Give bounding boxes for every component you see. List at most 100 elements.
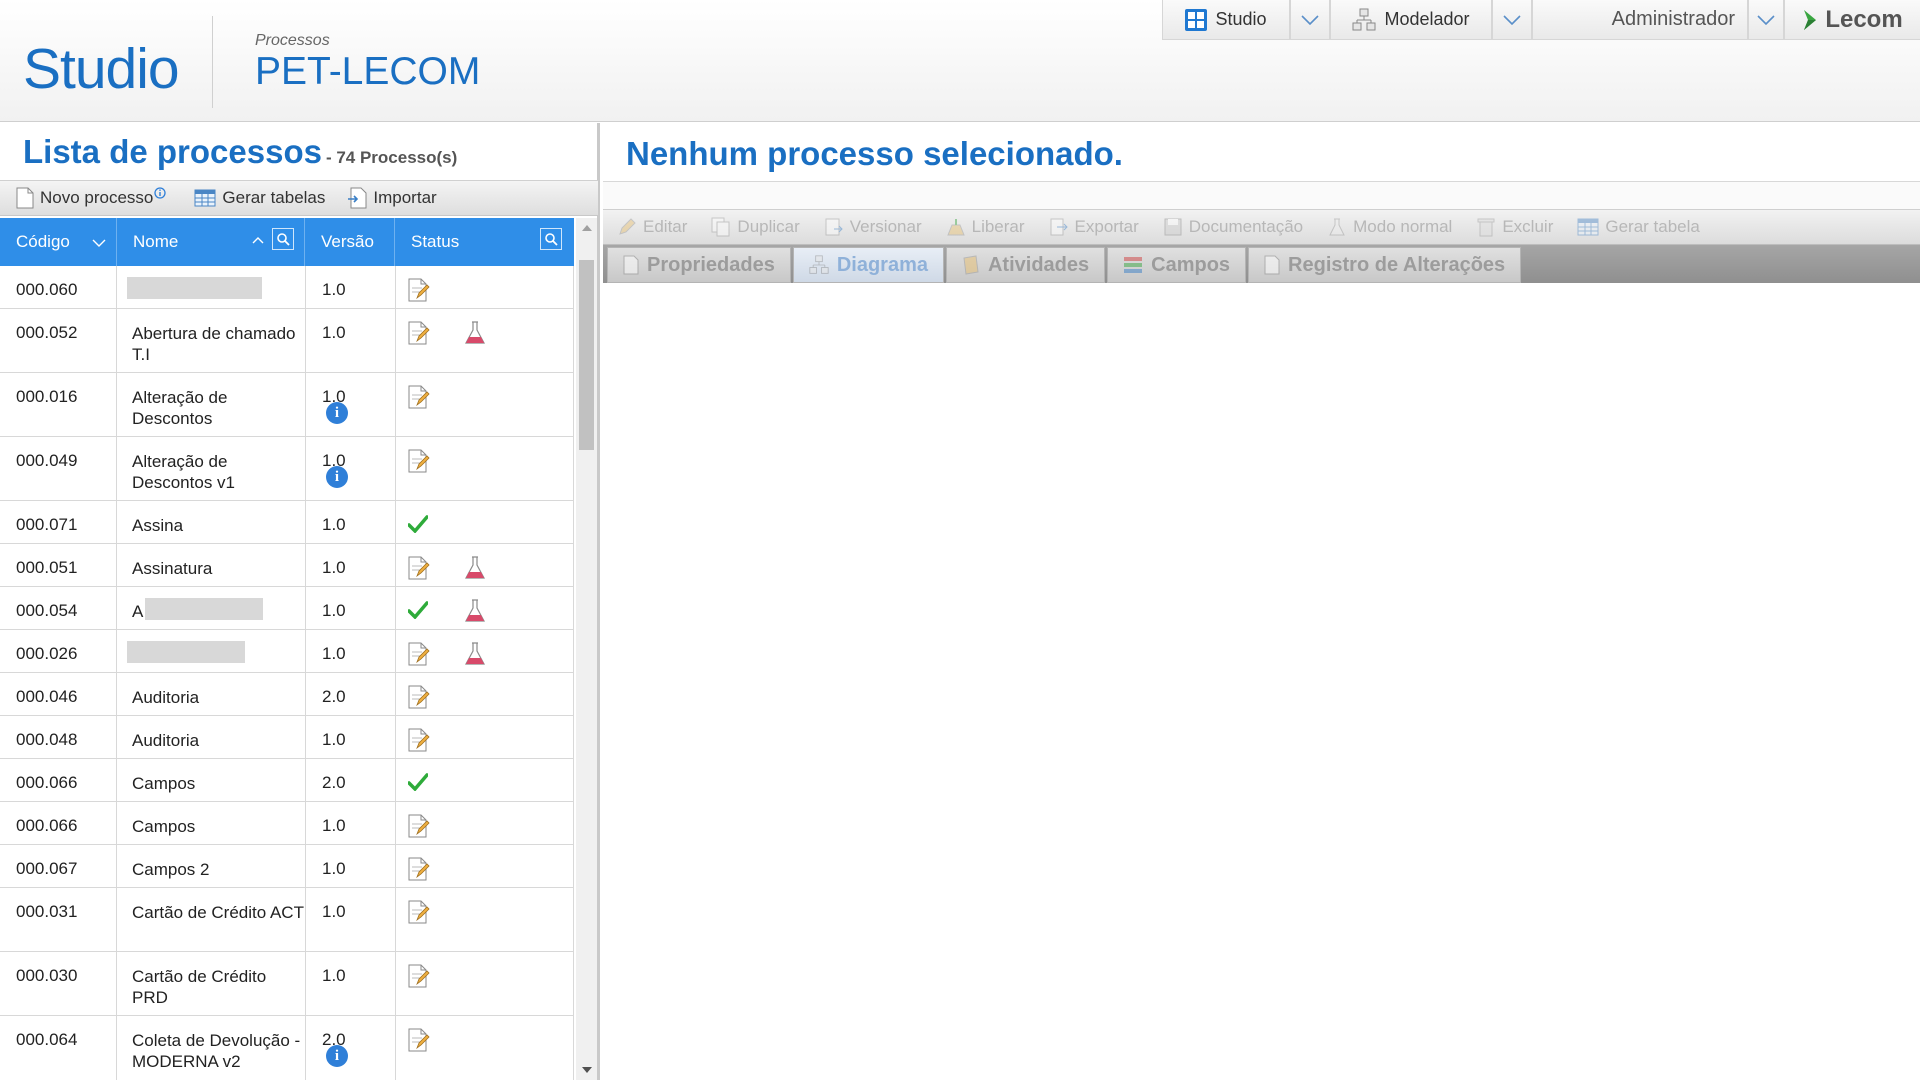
- version-button[interactable]: Versionar: [824, 217, 922, 237]
- delete-label: Excluir: [1502, 217, 1554, 236]
- cell-name: Alteração de Descontos v1: [117, 437, 306, 500]
- vertical-scrollbar[interactable]: [576, 218, 597, 1080]
- import-button[interactable]: Importar: [347, 187, 437, 209]
- nav-studio-label: Studio: [1215, 9, 1267, 29]
- tab-diagram[interactable]: Diagrama: [792, 247, 944, 283]
- tab-changelog[interactable]: Registro de Alterações: [1248, 247, 1522, 283]
- cell-status: [396, 759, 574, 801]
- edit-doc-icon: [408, 385, 430, 414]
- cell-name: Assina: [117, 501, 306, 543]
- header-divider: [212, 16, 213, 108]
- cell-name: Campos: [117, 759, 306, 801]
- table-row[interactable]: 000.067 Campos 2 1.0: [0, 845, 574, 888]
- new-process-button[interactable]: Novo processo: [16, 187, 172, 209]
- tab-activities[interactable]: Atividades: [945, 247, 1106, 283]
- edit-doc-icon: [408, 642, 430, 671]
- lecom-logo[interactable]: Lecom: [1784, 0, 1920, 40]
- cell-version: 1.0: [306, 952, 396, 1015]
- duplicate-button[interactable]: Duplicar: [711, 217, 800, 237]
- process-list-toolbar: Novo processo Gerar tabelas Importar: [0, 180, 598, 216]
- chevron-down-icon: [92, 239, 106, 247]
- table-row[interactable]: 000.049 Alteração de Descontos v1 1.0 i: [0, 437, 574, 501]
- table-row[interactable]: 000.030 Cartão de Crédito PRD 1.0: [0, 952, 574, 1016]
- cell-name: Campos: [117, 802, 306, 844]
- table-row[interactable]: 000.026 1.0: [0, 630, 574, 673]
- cell-status: [396, 888, 574, 951]
- detail-tabs: Propriedades Diagrama Atividades Campos …: [603, 245, 1920, 283]
- detail-spacer: [603, 181, 1920, 209]
- cell-status: [396, 673, 574, 715]
- nav-modelador-dropdown[interactable]: [1492, 0, 1532, 40]
- cell-version: 2.0: [306, 673, 396, 715]
- flask-icon: [464, 556, 486, 585]
- table-row[interactable]: 000.066 Campos 2.0: [0, 759, 574, 802]
- cell-name: [117, 630, 306, 672]
- info-icon[interactable]: i: [326, 402, 348, 424]
- tab-changelog-label: Registro de Alterações: [1288, 253, 1506, 276]
- release-button[interactable]: Liberar: [946, 217, 1025, 237]
- tab-properties[interactable]: Propriedades: [607, 247, 791, 283]
- cell-version: 2.0 i: [306, 1016, 396, 1080]
- cell-name: Alteração de Descontos: [117, 373, 306, 436]
- table-row[interactable]: 000.046 Auditoria 2.0: [0, 673, 574, 716]
- search-icon: [277, 233, 290, 246]
- cell-version: 1.0 i: [306, 437, 396, 500]
- column-name[interactable]: Nome: [117, 218, 305, 266]
- edit-doc-icon: [408, 814, 430, 843]
- table-row[interactable]: 000.016 Alteração de Descontos 1.0 i: [0, 373, 574, 437]
- tab-activities-label: Atividades: [987, 253, 1090, 276]
- cell-status: [396, 544, 574, 586]
- release-icon: [946, 219, 965, 236]
- status-search-button[interactable]: [540, 228, 562, 250]
- table-row[interactable]: 000.048 Auditoria 1.0: [0, 716, 574, 759]
- section-name: PET-LECOM: [255, 50, 481, 93]
- column-status[interactable]: Status: [395, 218, 574, 266]
- scroll-down-arrow[interactable]: [576, 1060, 597, 1080]
- table-header: Código Nome Versão Status: [0, 218, 574, 266]
- import-label: Importar: [373, 188, 437, 207]
- nav-modelador-button[interactable]: Modelador: [1330, 0, 1492, 40]
- user-menu-button[interactable]: Administrador: [1532, 0, 1748, 40]
- table-row[interactable]: 000.066 Campos 1.0: [0, 802, 574, 845]
- cell-status: [396, 845, 574, 887]
- cell-code: 000.064: [0, 1016, 117, 1080]
- column-version[interactable]: Versão: [305, 218, 395, 266]
- table-row[interactable]: 000.060 1.0: [0, 266, 574, 309]
- nav-modelador-label: Modelador: [1384, 9, 1470, 29]
- scrollbar-thumb[interactable]: [579, 260, 594, 450]
- cell-status: [396, 630, 574, 672]
- edit-button[interactable]: Editar: [617, 217, 687, 237]
- info-icon[interactable]: i: [326, 466, 348, 488]
- check-icon: [407, 515, 429, 538]
- table-row[interactable]: 000.031 Cartão de Crédito ACT 1.0: [0, 888, 574, 952]
- edit-doc-icon: [408, 556, 430, 585]
- cell-name: Auditoria: [117, 716, 306, 758]
- edit-doc-icon: [408, 900, 430, 929]
- delete-button[interactable]: Excluir: [1476, 217, 1553, 237]
- generate-table-button[interactable]: Gerar tabela: [1577, 217, 1700, 237]
- cell-version: 1.0 i: [306, 373, 396, 436]
- table-row[interactable]: 000.064 Coleta de Devolução - MODERNA v2…: [0, 1016, 574, 1080]
- trash-icon: [1477, 218, 1495, 237]
- scroll-up-arrow[interactable]: [576, 218, 597, 238]
- nav-studio-button[interactable]: Studio: [1162, 0, 1290, 40]
- mode-button[interactable]: Modo normal: [1327, 217, 1452, 237]
- documentation-button[interactable]: Documentação: [1163, 217, 1303, 237]
- tab-fields[interactable]: Campos: [1107, 247, 1247, 283]
- export-button[interactable]: Exportar: [1049, 217, 1139, 237]
- edit-doc-icon: [408, 321, 430, 350]
- edit-doc-icon: [408, 1028, 430, 1057]
- table-row[interactable]: 000.052 Abertura de chamado T.I 1.0: [0, 309, 574, 373]
- table-row[interactable]: 000.051 Assinatura 1.0: [0, 544, 574, 587]
- user-menu-dropdown[interactable]: [1748, 0, 1784, 40]
- name-search-button[interactable]: [272, 228, 294, 250]
- table-row[interactable]: 000.054 A 1.0: [0, 587, 574, 630]
- table-row[interactable]: 000.071 Assina 1.0: [0, 501, 574, 544]
- cell-name: Auditoria: [117, 673, 306, 715]
- cell-name: Cartão de Crédito ACT: [117, 888, 306, 951]
- generate-tables-button[interactable]: Gerar tabelas: [194, 188, 325, 208]
- info-icon[interactable]: i: [326, 1045, 348, 1067]
- column-code[interactable]: Código: [0, 218, 117, 266]
- edit-doc-icon: [408, 685, 430, 714]
- nav-studio-dropdown[interactable]: [1290, 0, 1330, 40]
